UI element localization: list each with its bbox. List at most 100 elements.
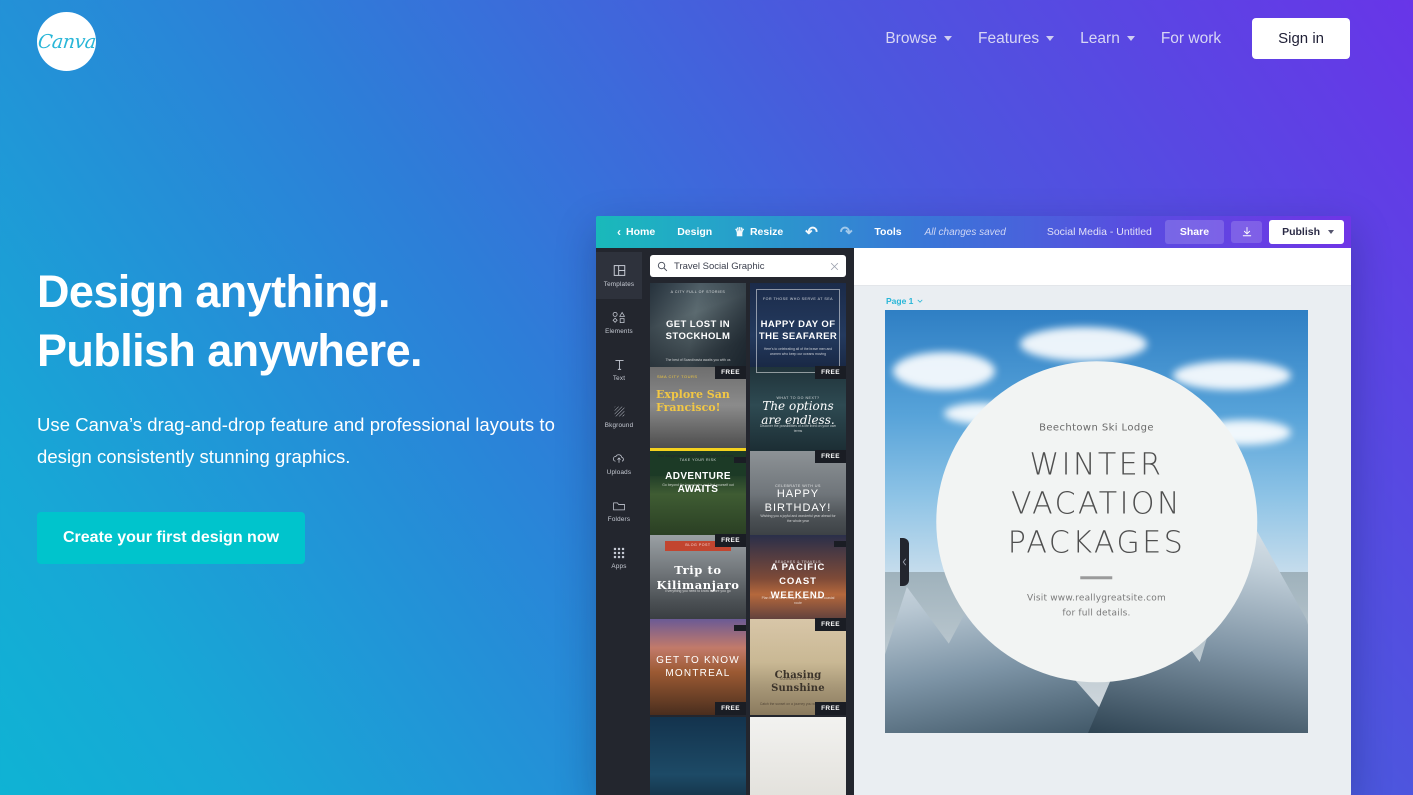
sidebar-item-background[interactable]: Bkground [596, 393, 642, 440]
page-selector[interactable]: Page 1 [886, 296, 923, 306]
template-card[interactable]: SMA City Tours Explore San Francisco! Vi… [650, 367, 746, 463]
template-card[interactable]: BEACHES & TRAVELS A Pacific Coast Weeken… [750, 535, 846, 631]
template-badge [734, 625, 746, 631]
sidebar-item-uploads[interactable]: Uploads [596, 440, 642, 487]
template-badge [834, 541, 846, 547]
nav-item-learn[interactable]: Learn [1067, 24, 1148, 54]
hero-heading-line1: Design anything. [37, 266, 391, 317]
template-badge: FREE [815, 618, 846, 631]
sidebar-label-background: Text [612, 375, 626, 382]
sign-in-button[interactable]: Sign in [1252, 18, 1350, 59]
page-label-text: Page 1 [886, 296, 914, 306]
resize-label: Resize [749, 226, 784, 238]
design-title: WINTER VACATION PACKAGES [1008, 446, 1186, 563]
site-header: Canva Browse Features Learn For work Sig… [0, 0, 1413, 82]
template-badge: FREE [815, 450, 846, 463]
template-caption: Here’s to celebrating all of the brave m… [763, 346, 833, 356]
hero-heading-line2: Publish anywhere. [37, 325, 423, 377]
nav-item-features[interactable]: Features [965, 24, 1067, 54]
template-title: Happy Day of the Seafarer [758, 319, 838, 342]
template-card[interactable] [750, 717, 846, 795]
sidebar-item-apps[interactable]: Apps [596, 534, 642, 581]
canva-logo-text: Canva [36, 30, 97, 53]
canva-editor-window: ‹ Home Design ♛ Resize ↶ ↷ Tools All cha… [596, 216, 1351, 795]
sidebar-item-text[interactable]: Text [596, 346, 642, 393]
template-card[interactable]: TAKE YOUR RISK Adventure Awaits Go beyon… [650, 451, 746, 547]
chevron-left-icon: ‹ [617, 225, 621, 239]
panel-collapse-handle[interactable] [900, 538, 909, 586]
editor-toolbar-right: Social Media - Untitled Share Publish [1047, 216, 1344, 248]
templates-panel: A CITY FULL OF STORIES Get Lost in Stock… [642, 248, 909, 795]
editor-body: Templates Elements Text Bkground Uploads… [596, 248, 1351, 795]
create-first-design-button[interactable]: Create your first design now [37, 511, 306, 564]
document-title[interactable]: Social Media - Untitled [1047, 226, 1152, 238]
template-caption: Wishing you a joyful and wonderful year … [760, 513, 836, 523]
search-box[interactable] [650, 255, 846, 277]
sidebar-item-folders[interactable]: Folders [596, 487, 642, 534]
search-wrapper [642, 248, 854, 283]
publish-button[interactable]: Publish [1269, 220, 1344, 244]
design-subtitle: Beechtown Ski Lodge [1039, 422, 1154, 434]
sidebar-item-elements[interactable]: Elements [596, 299, 642, 346]
design-canvas[interactable]: Beechtown Ski Lodge WINTER VACATION PACK… [885, 310, 1308, 733]
nav-item-for-work[interactable]: For work [1148, 24, 1234, 54]
template-badge: FREE [815, 702, 846, 715]
share-button[interactable]: Share [1164, 220, 1225, 244]
sidebar-label-folders: Folders [607, 516, 631, 523]
tools-button[interactable]: Tools [863, 226, 912, 238]
search-icon [657, 261, 668, 271]
stage-toolbar[interactable] [854, 248, 1351, 286]
template-title: Get to Know Montreal [656, 654, 740, 680]
design-text-circle[interactable]: Beechtown Ski Lodge WINTER VACATION PACK… [935, 360, 1258, 683]
template-title: Chasing Sunshine [771, 670, 825, 694]
canva-logo[interactable]: Canva [37, 12, 96, 71]
template-caption: Everything you need to know before you g… [665, 589, 731, 594]
search-input[interactable] [674, 260, 824, 272]
undo-button[interactable]: ↶ [794, 225, 829, 240]
template-eyebrow: BLOG POST [685, 542, 711, 547]
template-card[interactable] [650, 717, 746, 795]
templates-icon [613, 263, 626, 278]
design-title-line3: PACKAGES [1007, 525, 1186, 561]
design-title-line1: WINTER [1029, 447, 1164, 483]
design-title-line2: VACATION [1011, 486, 1182, 522]
sidebar-label-uploads: Uploads [606, 469, 632, 476]
save-status: All changes saved [924, 226, 1006, 238]
editor-toolbar-left: ‹ Home Design ♛ Resize ↶ ↷ Tools All cha… [596, 225, 1006, 240]
redo-button[interactable]: ↷ [829, 225, 864, 240]
nav-label-learn: Learn [1080, 29, 1120, 47]
elements-icon [612, 310, 626, 325]
editor-toolbar: ‹ Home Design ♛ Resize ↶ ↷ Tools All cha… [596, 216, 1351, 248]
resize-button[interactable]: ♛ Resize [723, 226, 794, 238]
editor-sidebar: Templates Elements Text Bkground Uploads… [596, 248, 642, 795]
chevron-down-icon [1046, 36, 1055, 41]
hero-subtitle: Use Canva’s drag-and-drop feature and pr… [37, 413, 555, 468]
template-title: Get Lost in Stockholm [665, 319, 731, 342]
editor-stage: Page 1 Beechtown Ski Lodge WINTER VACATI… [854, 248, 1351, 795]
template-caption: The best of Scandinavia awaits you with … [665, 357, 731, 362]
template-card[interactable]: WHAT TO DO NEXT? The options are endless… [750, 367, 846, 463]
template-card[interactable]: FOR THOSE WHO SERVE AT SEA Happy Day of … [750, 283, 846, 379]
nav-label-for-work: For work [1160, 29, 1222, 47]
template-title: Happy Birthday! [764, 487, 832, 514]
close-icon[interactable] [830, 262, 839, 271]
home-button[interactable]: ‹ Home [606, 226, 666, 238]
nav-label-features: Features [978, 29, 1040, 47]
design-label: Design [677, 226, 713, 238]
design-footer: Visit www.reallygreatsite.com for full d… [1027, 592, 1166, 621]
template-card[interactable]: SUMMER ON THE Chasing Sunshine Catch the… [750, 619, 846, 715]
template-card[interactable]: A CITY FULL OF STORIES Get Lost in Stock… [650, 283, 746, 379]
nav-item-browse[interactable]: Browse [872, 24, 965, 54]
sidebar-item-templates[interactable]: Templates [596, 252, 642, 299]
sidebar-label-apps: Apps [611, 563, 627, 570]
main-nav: Browse Features Learn For work Sign in [872, 18, 1350, 59]
sidebar-label-templates: Templates [603, 281, 635, 288]
template-card[interactable]: CELEBRATE WITH US Happy Birthday! Wishin… [750, 451, 846, 547]
template-badge: FREE [715, 702, 746, 715]
download-button[interactable] [1231, 221, 1263, 243]
template-eyebrow: A CITY FULL OF STORIES [670, 290, 726, 294]
template-card[interactable]: BLOG POST Trip to Kilimanjaro Everything… [650, 535, 746, 631]
design-button[interactable]: Design [666, 226, 723, 238]
template-card[interactable]: Get to Know Montreal FREE [650, 619, 746, 715]
chevron-down-icon [944, 36, 952, 41]
